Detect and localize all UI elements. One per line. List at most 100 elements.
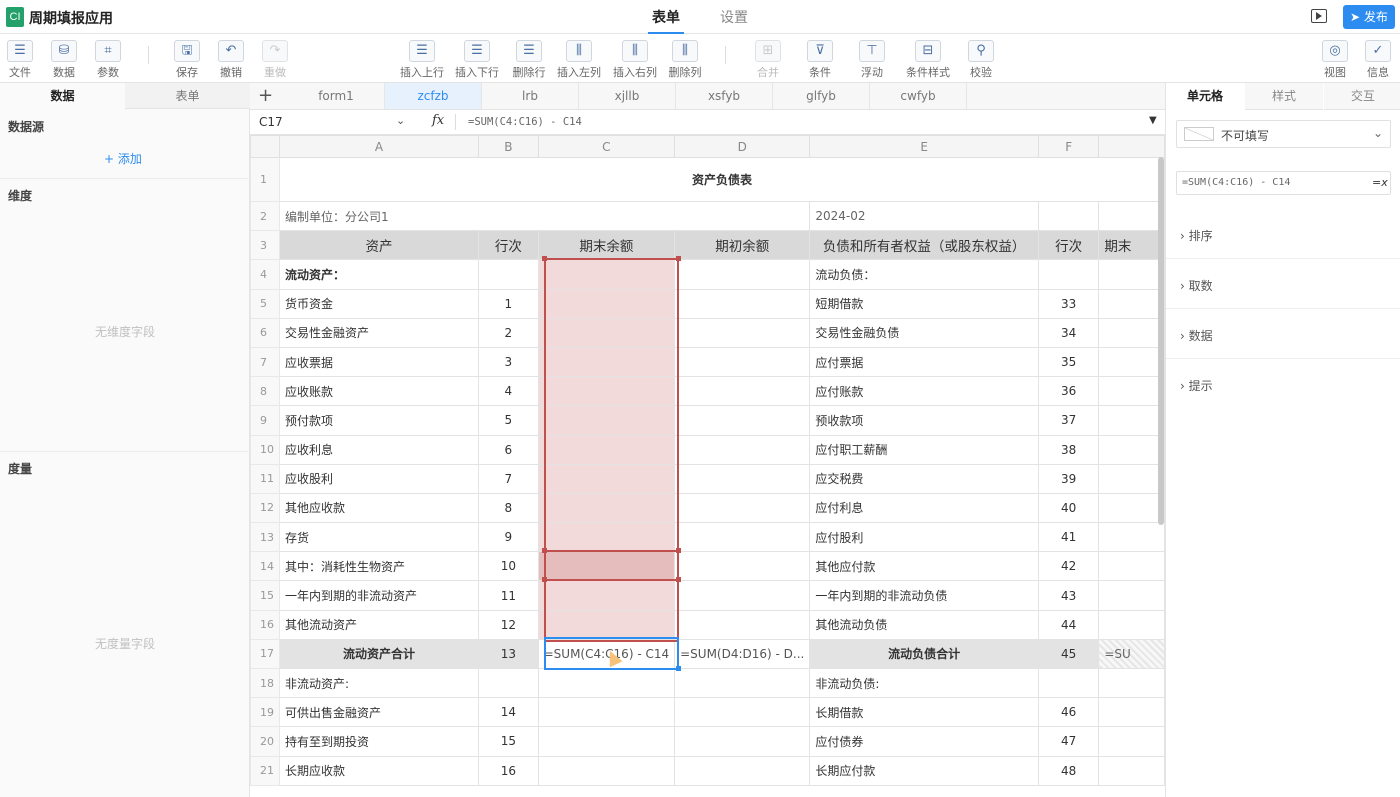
begin-balance-cell[interactable] (674, 346, 811, 378)
undo-button[interactable]: ↶ 撤销 (211, 40, 251, 80)
end-balance-cell[interactable] (537, 522, 676, 553)
liability-item[interactable]: 长期借款 (809, 697, 1039, 728)
line-no[interactable]: 14 (478, 697, 539, 728)
cell[interactable] (1098, 463, 1165, 494)
row-header[interactable]: 19 (250, 697, 280, 728)
section-fetch[interactable]: › 取数 (1166, 259, 1400, 309)
begin-balance-cell[interactable] (674, 288, 811, 319)
col-header-b[interactable]: B (478, 135, 539, 158)
row-header[interactable]: 7 (250, 346, 280, 378)
row-header[interactable]: 20 (250, 726, 280, 757)
end-balance-cell[interactable] (537, 492, 676, 524)
begin-balance-cell[interactable] (674, 667, 811, 699)
cond-style-button[interactable]: ⊟ 条件样式 (904, 40, 952, 80)
file-button[interactable]: ☰ 文件 (0, 40, 40, 80)
unit-label[interactable]: 编制单位：分公司1 (278, 200, 811, 232)
row-header[interactable]: 21 (250, 755, 280, 786)
insert-col-right-button[interactable]: ⫼ 插入右列 (613, 40, 657, 80)
begin-balance-cell[interactable] (674, 726, 811, 757)
verify-button[interactable]: ⚲ 校验 (961, 40, 1001, 80)
corner-cell[interactable] (250, 135, 280, 158)
line-no[interactable]: 7 (478, 463, 539, 494)
liability-item[interactable]: 应交税费 (809, 463, 1039, 494)
redo-button[interactable]: ↷ 重做 (255, 40, 295, 80)
asset-item[interactable]: 应收账款 (278, 376, 480, 407)
begin-balance-cell[interactable] (674, 522, 811, 553)
end-balance-cell[interactable] (537, 259, 676, 290)
line-no[interactable]: 15 (478, 726, 539, 757)
liability-item[interactable]: 一年内到期的非流动负债 (809, 580, 1039, 611)
report-title[interactable]: 资产负债表 (279, 157, 1165, 202)
row-header[interactable]: 16 (250, 609, 280, 640)
col-header-c[interactable]: C (537, 135, 676, 158)
begin-balance-cell[interactable] (674, 376, 811, 407)
preview-icon[interactable] (1311, 9, 1327, 23)
end-balance-cell[interactable] (537, 434, 676, 465)
line-no[interactable]: 44 (1037, 609, 1100, 640)
cell[interactable] (1098, 522, 1165, 553)
asset-item[interactable]: 流动资产合计 (278, 638, 480, 670)
row-header[interactable]: 13 (250, 522, 280, 553)
begin-balance-cell[interactable] (674, 259, 811, 290)
asset-item[interactable]: 应收票据 (278, 346, 480, 378)
period-label[interactable]: 2024-02 (809, 200, 1039, 232)
fill-handle[interactable] (676, 666, 681, 671)
cell-reference[interactable]: C17 (259, 115, 283, 129)
sheet-tab-cwfyb[interactable]: cwfyb (870, 83, 967, 109)
cell[interactable] (1098, 259, 1165, 290)
formula-editor-button[interactable]: =x (1372, 176, 1388, 189)
col-header-g[interactable] (1098, 135, 1165, 158)
end-balance-cell[interactable] (537, 551, 676, 582)
row-header[interactable]: 9 (250, 405, 280, 436)
cell[interactable] (1098, 376, 1165, 407)
asset-item[interactable]: 预付款项 (278, 405, 480, 436)
liability-item[interactable]: 应付票据 (809, 346, 1039, 378)
row-header[interactable]: 8 (250, 376, 280, 407)
header-line-no[interactable]: 行次 (478, 230, 539, 261)
end-balance-cell[interactable] (537, 346, 676, 378)
asset-item[interactable]: 非流动资产: (278, 667, 480, 699)
sheet-tab-form1[interactable]: form1 (288, 83, 385, 109)
col-header-a[interactable]: A (278, 135, 480, 158)
row-header[interactable]: 18 (250, 667, 280, 699)
sheet-tab-xsfyb[interactable]: xsfyb (676, 83, 773, 109)
line-no[interactable]: 6 (478, 434, 539, 465)
expand-formula-icon[interactable]: ▼ (1149, 115, 1157, 126)
liability-item[interactable]: 长期应付款 (809, 755, 1039, 786)
row-header[interactable]: 11 (250, 463, 280, 494)
info-button[interactable]: ✓ 信息 (1358, 40, 1398, 80)
end-balance-cell[interactable] (537, 463, 676, 494)
asset-item[interactable]: 应收股利 (278, 463, 480, 494)
line-no[interactable]: 16 (478, 755, 539, 786)
end-balance-cell[interactable] (537, 376, 676, 407)
begin-balance-cell[interactable] (674, 317, 811, 348)
line-no[interactable]: 12 (478, 609, 539, 640)
add-datasource-button[interactable]: + 添加 (104, 150, 142, 167)
col-header-f[interactable]: F (1037, 135, 1100, 158)
cell[interactable] (1098, 434, 1165, 465)
line-no[interactable] (478, 667, 539, 699)
formula-input[interactable]: =SUM(C4:C16) - C14 (468, 116, 582, 128)
asset-item[interactable]: 可供出售金融资产 (278, 697, 480, 728)
line-no[interactable] (478, 259, 539, 290)
tab-settings[interactable]: 设置 (720, 7, 748, 27)
asset-item[interactable]: 长期应收款 (278, 755, 480, 786)
formula-cell-g17[interactable]: =SU (1098, 638, 1165, 670)
sheet-tab-xjllb[interactable]: xjllb (579, 83, 676, 109)
line-no[interactable]: 35 (1037, 346, 1100, 378)
right-tab-interaction[interactable]: 交互 (1324, 83, 1400, 110)
begin-balance-cell[interactable] (674, 755, 811, 786)
line-no[interactable]: 34 (1037, 317, 1100, 348)
right-tab-cell[interactable]: 单元格 (1166, 83, 1244, 110)
liability-item[interactable]: 应付利息 (809, 492, 1039, 524)
insert-row-below-button[interactable]: ☰ 插入下行 (455, 40, 499, 80)
line-no[interactable]: 38 (1037, 434, 1100, 465)
cell[interactable] (1098, 551, 1165, 582)
header-liabilities[interactable]: 负债和所有者权益（或股东权益） (809, 230, 1039, 261)
section-sort[interactable]: › 排序 (1166, 209, 1400, 259)
line-no[interactable]: 47 (1037, 726, 1100, 757)
header-line-no-2[interactable]: 行次 (1037, 230, 1100, 261)
cell[interactable] (1098, 755, 1165, 786)
row-header[interactable]: 4 (250, 259, 280, 290)
header-end-balance[interactable]: 期末余额 (537, 230, 676, 261)
